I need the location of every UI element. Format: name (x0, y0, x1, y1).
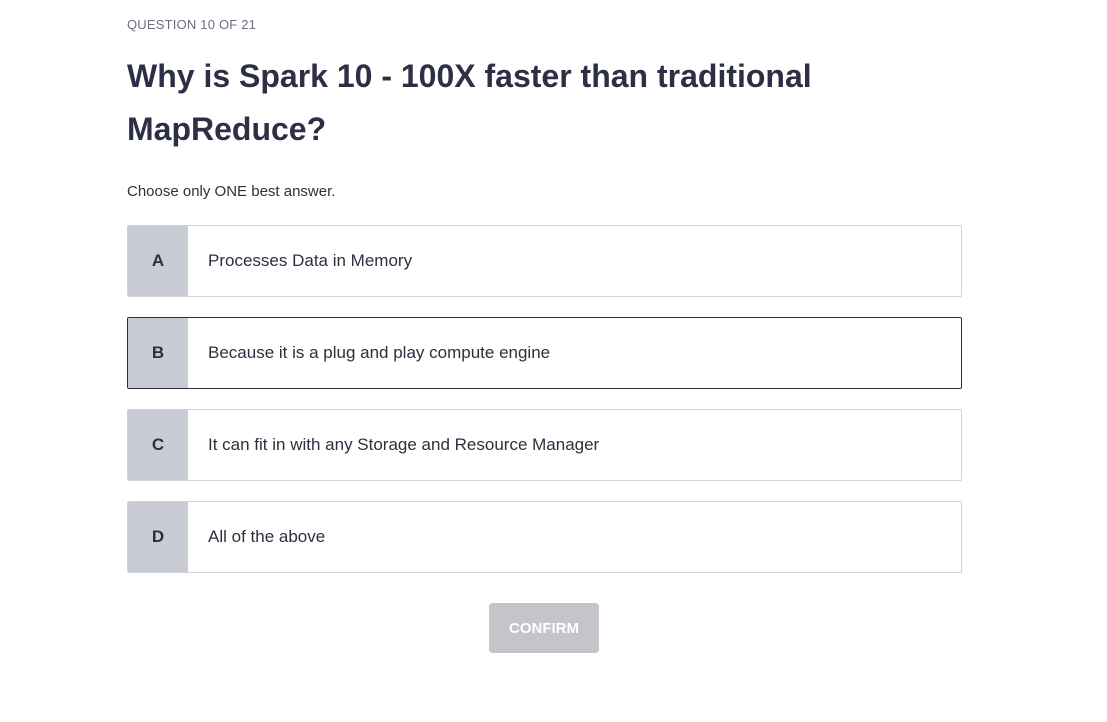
option-text: Because it is a plug and play compute en… (208, 343, 551, 362)
option-a[interactable]: A Processes Data in Memory (127, 225, 962, 297)
option-letter: B (128, 318, 188, 388)
confirm-button[interactable]: CONFIRM (489, 603, 599, 653)
question-title: Why is Spark 10 - 100X faster than tradi… (127, 58, 812, 147)
option-text: All of the above (208, 527, 326, 546)
option-c[interactable]: C It can fit in with any Storage and Res… (127, 409, 962, 481)
option-letter: C (128, 410, 188, 480)
question-counter: QUESTION 10 OF 21 (127, 17, 257, 32)
option-text: Processes Data in Memory (208, 251, 413, 270)
option-text: It can fit in with any Storage and Resou… (208, 435, 600, 454)
option-letter: A (128, 226, 188, 296)
option-letter: D (128, 502, 188, 572)
option-b[interactable]: B Because it is a plug and play compute … (127, 317, 962, 389)
option-d[interactable]: D All of the above (127, 501, 962, 573)
instruction-text: Choose only ONE best answer. (127, 183, 336, 200)
